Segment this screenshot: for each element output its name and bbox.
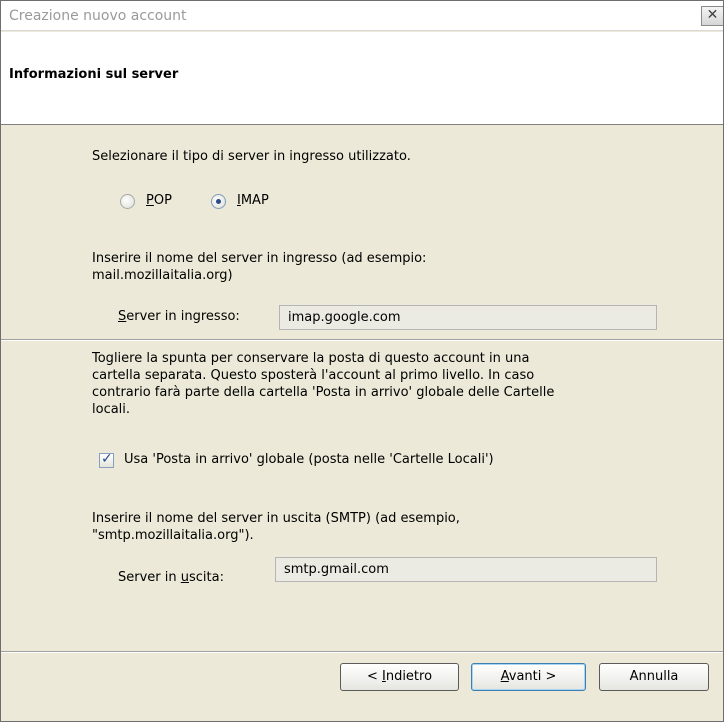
close-icon: ✕ [706,7,719,23]
dialog-window: Creazione nuovo account ✕ Informazioni s… [0,0,724,722]
global-inbox-description-line4: locali. [92,402,131,417]
global-inbox-description-line2: cartella separata. Questo sposterà l'acc… [92,368,535,383]
imap-radio-label[interactable]: IMAP [237,193,269,209]
outgoing-server-input[interactable]: smtp.gmail.com [275,557,657,582]
global-inbox-description-line1: Togliere la spunta per conservare la pos… [92,351,530,366]
pop-radio[interactable] [120,194,135,209]
wizard-footer: < Indietro Avanti > Annulla [1,654,723,721]
checkmark-icon: ✓ [101,451,113,467]
window-title: Creazione nuovo account [9,8,187,24]
footer-divider [1,651,723,653]
incoming-server-prompt-line1: Inserire il nome del server in ingresso … [92,251,427,266]
incoming-server-label: Server in ingresso: [118,309,240,324]
global-inbox-checkbox[interactable]: ✓ [99,451,114,468]
page-title: Informazioni sul server [9,67,179,82]
radio-selected-dot [216,199,221,204]
pop-radio-label[interactable]: POP [146,193,172,209]
global-inbox-checkbox-label[interactable]: Usa 'Posta in arrivo' globale (posta nel… [124,452,494,468]
close-button[interactable]: ✕ [701,6,723,26]
incoming-server-prompt-line2: mail.mozillaitalia.org) [92,268,233,283]
wizard-header: Informazioni sul server [1,32,723,125]
cancel-button[interactable]: Annulla [599,663,709,691]
back-button[interactable]: < Indietro [340,663,459,691]
imap-radio[interactable] [211,194,226,209]
outgoing-server-prompt-line1: Inserire il nome del server in uscita (S… [92,511,460,526]
title-bar: Creazione nuovo account ✕ [1,1,723,31]
global-inbox-description-line3: contrario farà parte della cartella 'Pos… [92,385,555,400]
section-divider [1,339,723,341]
incoming-server-input[interactable]: imap.google.com [279,305,657,330]
wizard-content: Selezionare il tipo di server in ingress… [1,126,723,654]
outgoing-server-label: Server in uscita: [118,570,224,585]
outgoing-server-prompt-line2: "smtp.mozillaitalia.org"). [92,528,254,543]
server-type-prompt: Selezionare il tipo di server in ingress… [92,149,411,164]
next-button[interactable]: Avanti > [471,663,586,691]
